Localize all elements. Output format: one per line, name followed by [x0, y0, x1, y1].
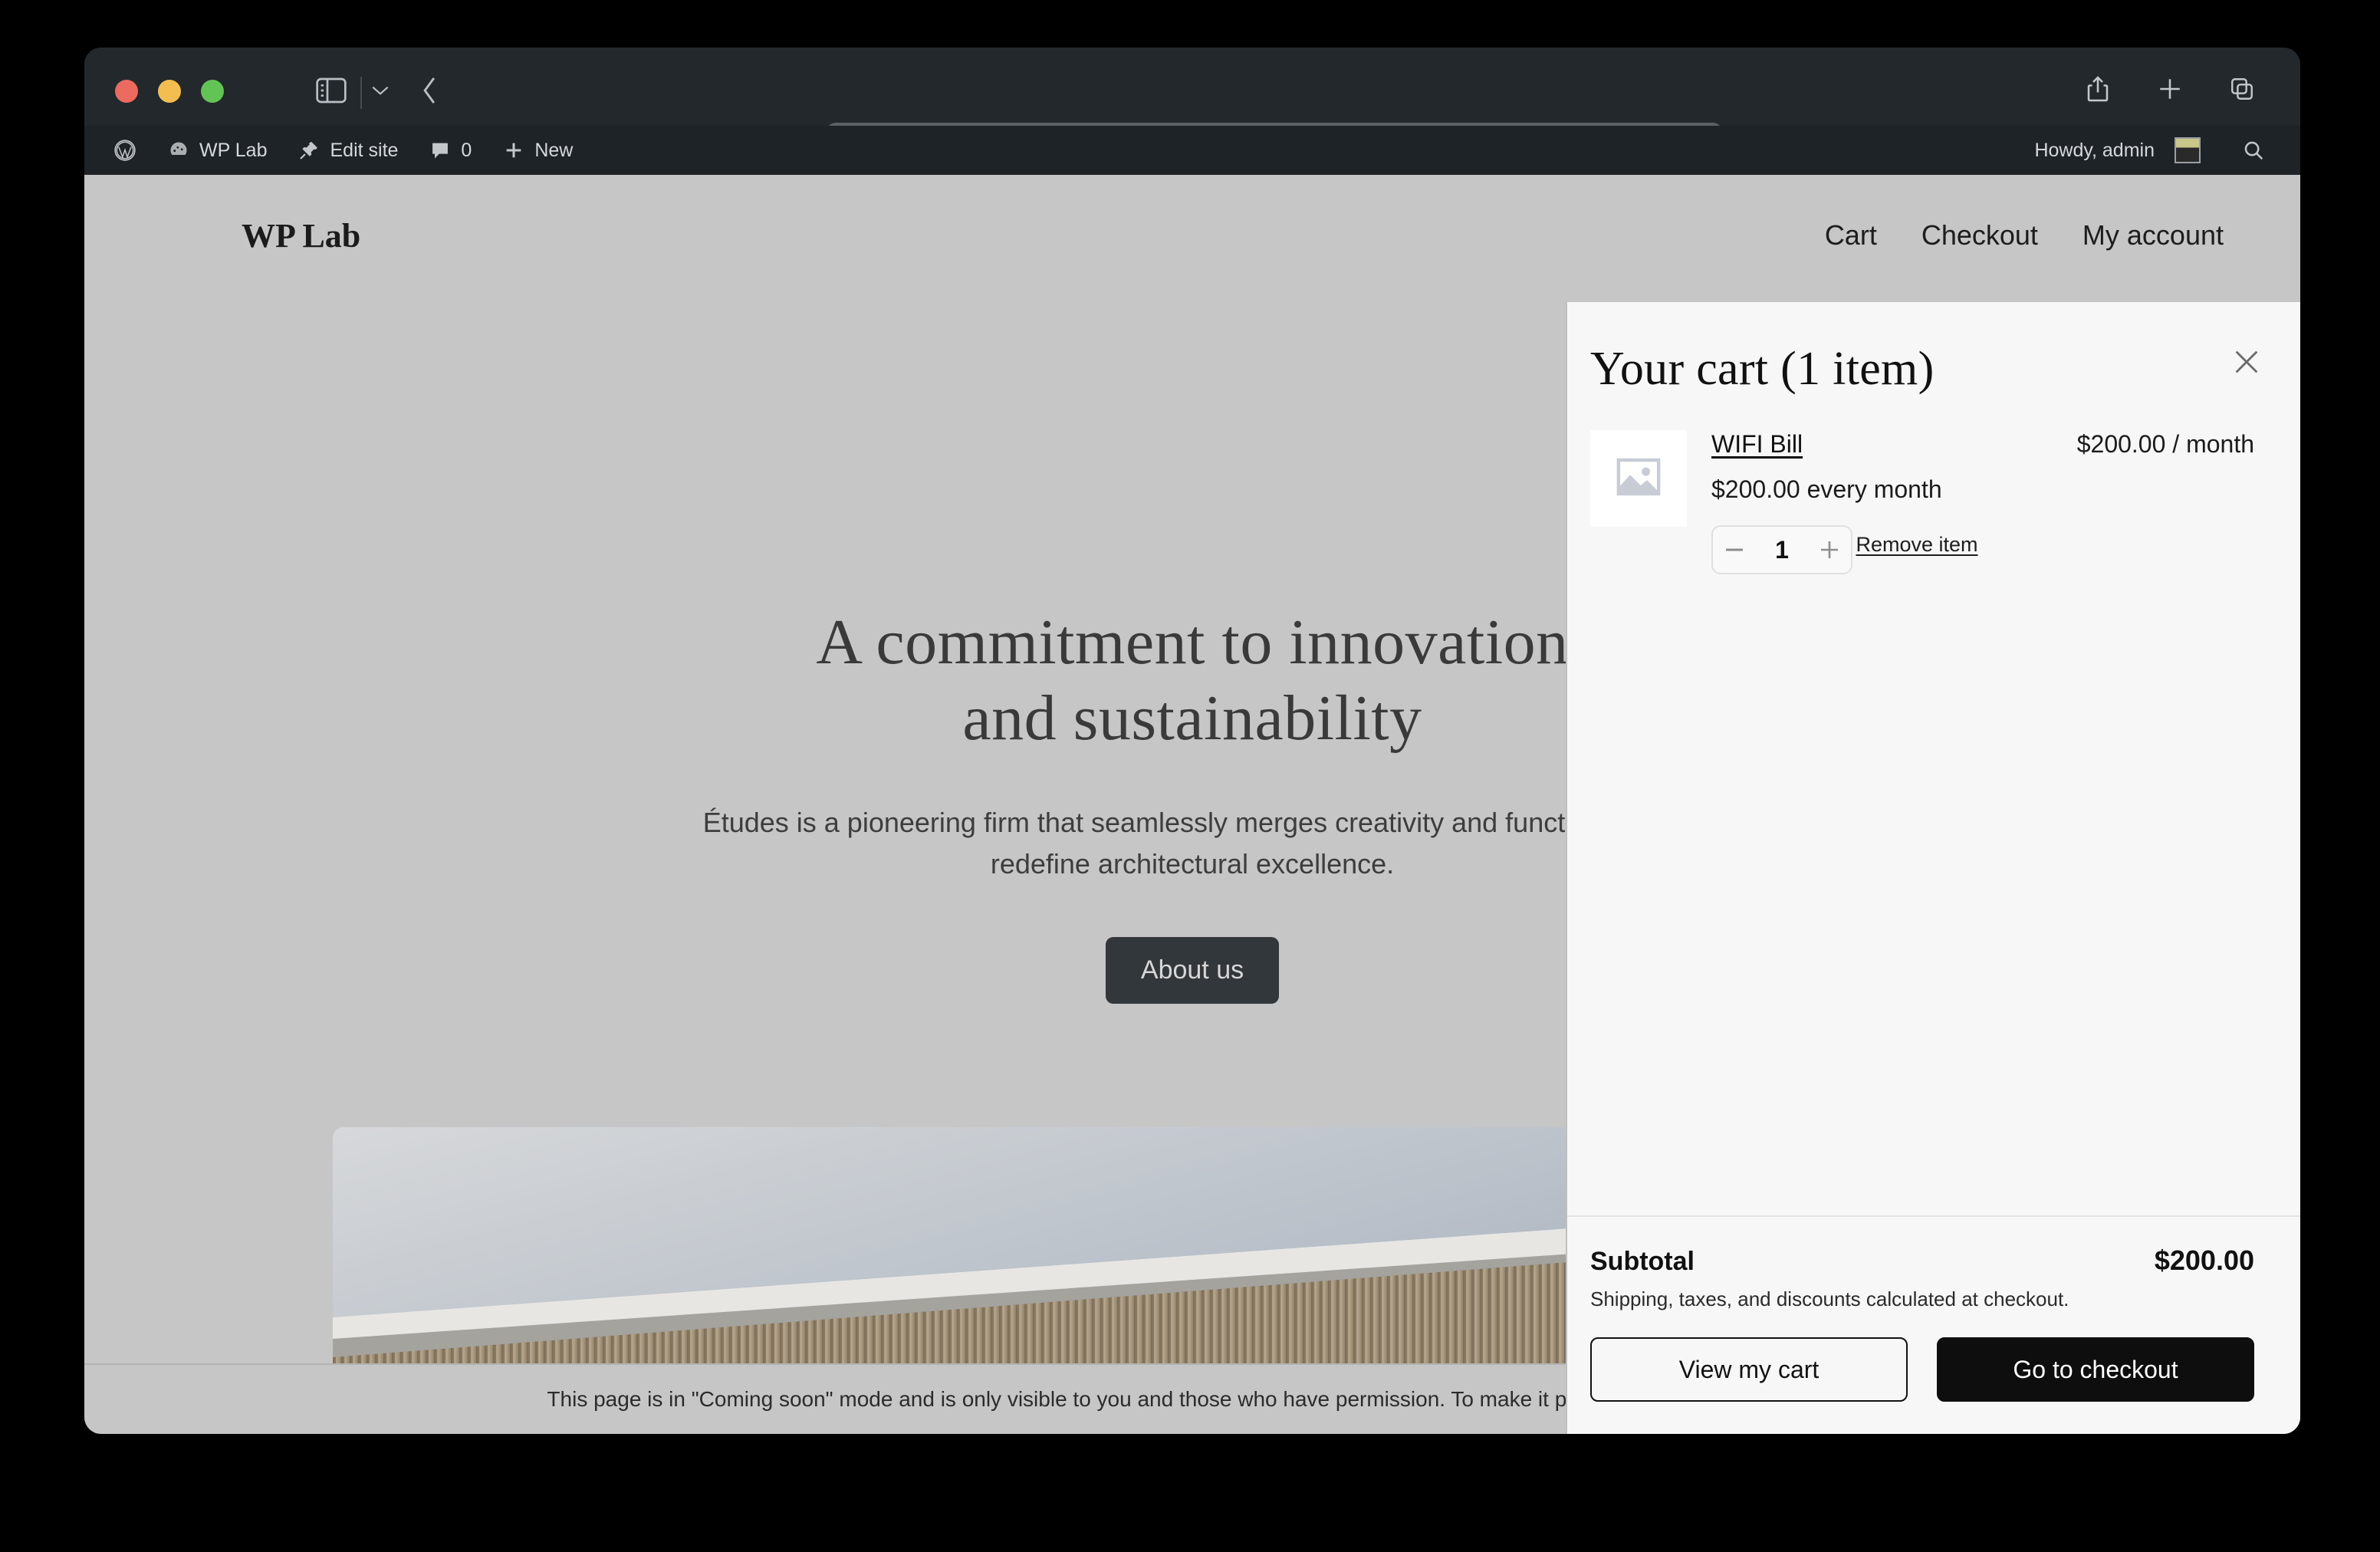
dashboard-icon: [167, 139, 190, 162]
adminbar-comments-count: 0: [461, 140, 472, 162]
product-price: $200.00 / month: [2077, 430, 2254, 459]
subtotal-value: $200.00: [2155, 1245, 2254, 1277]
nav-item-cart[interactable]: Cart: [1825, 219, 1877, 252]
adminbar-new[interactable]: New: [487, 126, 588, 175]
pin-icon: [298, 139, 321, 162]
search-icon[interactable]: [2216, 139, 2282, 162]
minimize-window-button[interactable]: [158, 80, 181, 103]
window-traffic-lights: [115, 80, 224, 103]
sidebar-toggle-icon[interactable]: [311, 74, 351, 107]
subtotal-label: Subtotal: [1590, 1247, 1695, 1277]
checkout-note: Shipping, taxes, and discounts calculate…: [1590, 1287, 2254, 1311]
chevron-down-icon[interactable]: [367, 75, 394, 106]
plus-icon[interactable]: [2152, 71, 2188, 107]
toolbar-actions: [2079, 71, 2260, 107]
back-chevron-icon[interactable]: [413, 74, 446, 107]
quantity-value: 1: [1756, 536, 1808, 564]
hero-heading-line1: A commitment to innovation: [816, 607, 1568, 678]
remove-item-link[interactable]: Remove item: [1856, 533, 1977, 557]
go-to-checkout-button[interactable]: Go to checkout: [1937, 1337, 2254, 1402]
cart-items: WIFI Bill $200.00 / month $200.00 every …: [1567, 404, 2300, 1215]
adminbar-edit-site[interactable]: Edit site: [282, 126, 413, 175]
subtotal-row: Subtotal $200.00: [1590, 1245, 2254, 1277]
page-viewport: WP Lab Cart Checkout My account A commit…: [84, 175, 2300, 1434]
share-icon[interactable]: [2079, 71, 2116, 107]
site-logo[interactable]: WP Lab: [242, 216, 360, 255]
adminbar-wp-logo[interactable]: [107, 126, 152, 175]
maximize-window-button[interactable]: [201, 80, 224, 103]
close-icon[interactable]: [2227, 342, 2267, 382]
cart-item-details: WIFI Bill $200.00 / month $200.00 every …: [1711, 430, 2254, 574]
comment-bubble-icon: [429, 139, 452, 162]
adminbar-account[interactable]: Howdy, admin: [2028, 126, 2216, 175]
increase-quantity-button[interactable]: [1808, 527, 1851, 573]
product-name-link[interactable]: WIFI Bill: [1711, 430, 1803, 459]
cart-actions: View my cart Go to checkout: [1590, 1337, 2254, 1402]
cart-footer: Subtotal $200.00 Shipping, taxes, and di…: [1567, 1215, 2300, 1434]
cart-drawer: Your cart (1 item): [1566, 302, 2300, 1434]
adminbar-howdy-label: Howdy, admin: [2034, 140, 2155, 162]
decrease-quantity-button[interactable]: [1713, 527, 1756, 573]
cart-line-item: WIFI Bill $200.00 / month $200.00 every …: [1590, 430, 2254, 574]
cart-title: Your cart (1 item): [1590, 342, 2254, 396]
view-cart-button[interactable]: View my cart: [1590, 1337, 1908, 1402]
cart-header: Your cart (1 item): [1567, 302, 2300, 404]
adminbar-site-label: WP Lab: [199, 140, 267, 162]
product-thumbnail[interactable]: [1590, 430, 1687, 527]
plus-icon: [502, 139, 525, 162]
adminbar-site-name[interactable]: WP Lab: [152, 126, 282, 175]
adminbar-right: Howdy, admin: [2028, 126, 2300, 175]
subscription-details: $200.00 every month: [1711, 475, 2254, 504]
about-us-button[interactable]: About us: [1106, 937, 1279, 1004]
adminbar-comments[interactable]: 0: [413, 126, 487, 175]
browser-toolbar: wp-lab.test: [84, 48, 2300, 126]
nav-item-my-account[interactable]: My account: [2082, 219, 2224, 252]
wordpress-logo-icon: [113, 139, 136, 162]
toolbar-divider: [360, 77, 362, 109]
quantity-stepper[interactable]: 1: [1711, 525, 1852, 574]
site-header: WP Lab Cart Checkout My account: [84, 201, 2300, 270]
avatar: [2175, 137, 2201, 163]
wp-admin-bar: WP Lab Edit site 0: [84, 126, 2300, 175]
site-nav: Cart Checkout My account: [1825, 219, 2224, 252]
hero-heading-line2: and sustainability: [962, 682, 1422, 754]
browser-window: wp-lab.test: [84, 48, 2300, 1434]
nav-item-checkout[interactable]: Checkout: [1921, 219, 2038, 252]
image-placeholder-icon: [1613, 452, 1664, 506]
adminbar-new-label: New: [534, 140, 573, 162]
hero-paragraph: Études is a pioneering firm that seamles…: [702, 802, 1683, 885]
adminbar-edit-site-label: Edit site: [330, 140, 398, 162]
close-window-button[interactable]: [115, 80, 138, 103]
cart-item-top-row: WIFI Bill $200.00 / month: [1711, 430, 2254, 459]
tab-overview-icon[interactable]: [2224, 71, 2260, 107]
